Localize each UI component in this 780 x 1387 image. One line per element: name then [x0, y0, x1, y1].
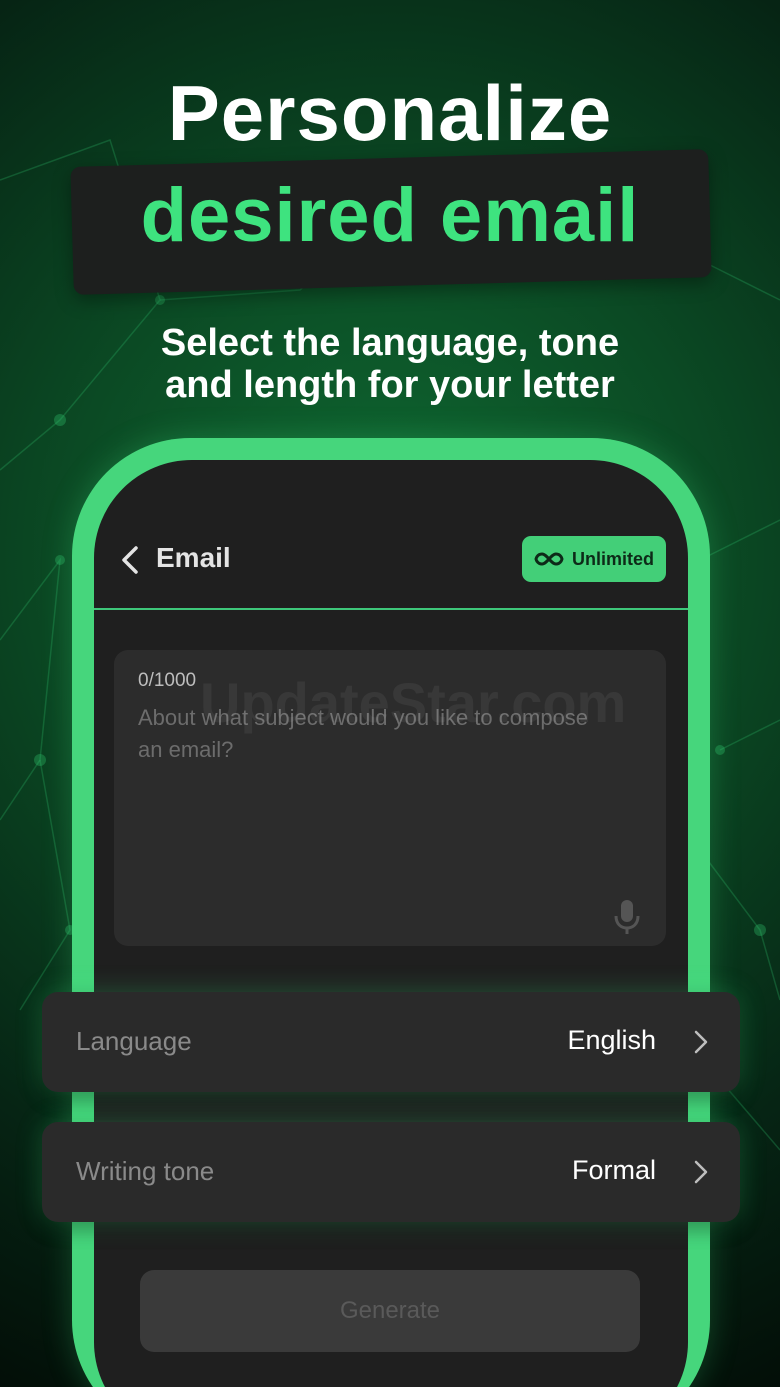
generate-button[interactable]: Generate [140, 1270, 640, 1352]
chevron-right-icon [694, 1030, 708, 1054]
promo-subtitle: Select the language, tone and length for… [0, 322, 780, 406]
promo-subtitle-line-1: Select the language, tone [160, 322, 620, 364]
chevron-right-icon [694, 1160, 708, 1184]
writing-tone-value: Formal [571, 1155, 656, 1185]
promo-headline: Personalize [167, 69, 613, 157]
promo-highlight: desired email [140, 173, 640, 258]
infinity-icon [534, 552, 564, 566]
unlimited-badge[interactable]: Unlimited [522, 536, 666, 582]
watermark: UpdateStar.com [200, 671, 627, 734]
microphone-icon[interactable] [612, 898, 642, 936]
writing-tone-selector[interactable]: Writing tone Formal [42, 1122, 740, 1222]
chevron-left-icon[interactable] [118, 544, 142, 576]
nav-bar: Email Unlimited [94, 530, 688, 610]
language-selector[interactable]: Language English [42, 992, 740, 1092]
page-title: Email [156, 542, 231, 573]
writing-tone-label: Writing tone [76, 1156, 215, 1186]
character-counter: 0/1000 [138, 670, 197, 691]
promo-subtitle-line-2: and length for your letter [165, 364, 615, 406]
language-value: English [567, 1025, 656, 1055]
phone-screen: Email Unlimited 0/1000 About what subjec… [94, 460, 688, 1387]
language-label: Language [76, 1026, 192, 1056]
badge-label: Unlimited [571, 548, 654, 569]
